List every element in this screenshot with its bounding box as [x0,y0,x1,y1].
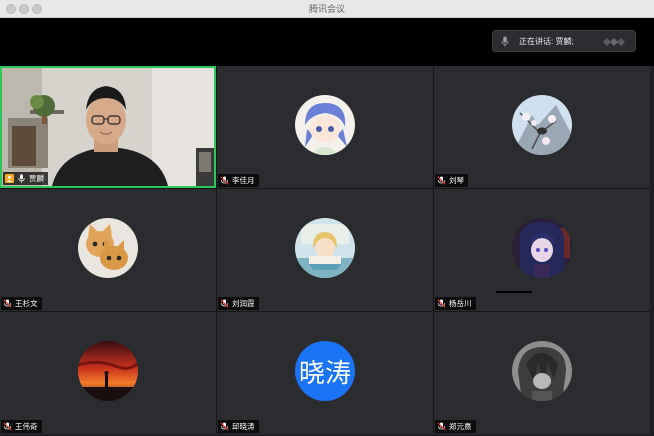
participant-tile[interactable]: 李佳月 [217,66,433,188]
participant-tile[interactable]: 王杉文 [0,189,216,311]
participant-avatar [295,218,355,278]
speaking-label: 正在讲话: 贾麟; [519,36,574,46]
microphone-muted-icon [437,422,446,431]
window-title: 腾讯会议 [308,4,345,14]
participant-avatar [78,218,138,278]
participant-tile[interactable]: 王伟奇 [0,312,216,434]
participant-tile[interactable]: 贾麟 [0,66,216,188]
microphone-icon [499,35,511,47]
participant-nametag: 刘琴 [435,174,468,187]
participant-tile[interactable]: 杨岳川 [434,189,650,311]
participant-name: 李佳月 [232,176,255,185]
participant-nametag: 郑元熹 [435,420,476,433]
participant-tile[interactable]: 刘润霞 [217,189,433,311]
microphone-muted-icon [220,299,229,308]
participant-grid: 贾麟 李佳月 刘琴 王杉文 刘润霞 杨岳川 王伟奇 晓涛 邱晓涛 郑元熹 [0,66,650,434]
participant-nametag: 刘润霞 [218,297,259,310]
microphone-muted-icon [3,299,12,308]
speaking-indicator: 正在讲话: 贾麟; [492,30,636,52]
participant-name: 刘琴 [449,176,464,185]
participant-tile[interactable]: 郑元熹 [434,312,650,434]
grid-view-icon[interactable] [601,36,629,48]
microphone-muted-icon [3,422,12,431]
participant-name: 刘润霞 [232,299,255,308]
meeting-topbar: 正在讲话: 贾麟; [0,18,654,66]
participant-nametag: 邱晓涛 [218,420,259,433]
participant-nametag: 杨岳川 [435,297,476,310]
microphone-muted-icon [437,176,446,185]
participant-avatar [512,341,572,401]
participant-video [2,68,214,186]
participant-initials-avatar: 晓涛 [295,341,355,401]
participant-avatar [295,95,355,155]
participant-nametag: 李佳月 [218,174,259,187]
microphone-muted-icon [220,176,229,185]
participant-name: 郑元熹 [449,422,472,431]
participant-name: 贾麟 [29,174,44,183]
participant-name: 王杉文 [15,299,38,308]
participant-tile[interactable]: 晓涛 邱晓涛 [217,312,433,434]
participant-nametag: 王伟奇 [1,420,42,433]
participant-avatar [512,218,572,278]
microphone-muted-icon [220,422,229,431]
participant-name: 王伟奇 [15,422,38,431]
participant-avatar [78,341,138,401]
participant-nametag: 贾麟 [3,172,48,185]
microphone-on-icon [17,174,26,183]
participant-name: 杨岳川 [449,299,472,308]
participant-avatar [512,95,572,155]
participant-nametag: 王杉文 [1,297,42,310]
volume-indicator [496,291,532,293]
microphone-muted-icon [437,299,446,308]
participant-name: 邱晓涛 [232,422,255,431]
participant-tile[interactable]: 刘琴 [434,66,650,188]
host-icon [5,174,14,183]
window-titlebar: 腾讯会议 [0,0,654,18]
